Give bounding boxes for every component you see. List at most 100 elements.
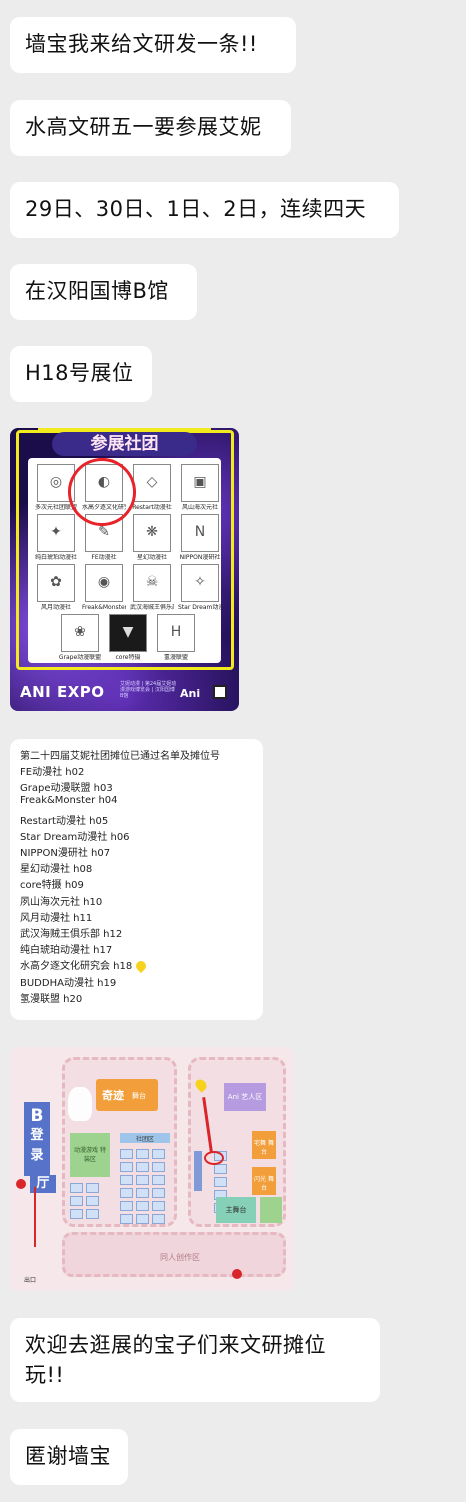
mascot-illustration [68, 1087, 92, 1121]
map-booth [120, 1162, 133, 1172]
message-bubble-2[interactable]: 水高文研五一要参展艾妮 [10, 100, 291, 156]
main-stage-label: 主舞台 [225, 1206, 247, 1214]
map-booth [214, 1164, 227, 1174]
club-logo-symbol-icon: ✎ [98, 524, 110, 540]
booth-list-text: Grape动漫联盟 h03 [20, 783, 113, 795]
booth-list-item: Grape动漫联盟 h03 [20, 779, 113, 794]
booth-list-item: BUDDHA动漫社 h19 [20, 974, 116, 989]
map-booth [136, 1149, 149, 1159]
special-exhibit-label: 动漫游戏 特装区 [74, 1147, 106, 1163]
qr-code-icon [213, 685, 227, 699]
club-logo-box: ✿ [37, 564, 75, 602]
booth-list-text: Restart动漫社 h05 [20, 815, 109, 827]
hall-char: 录 [30, 1148, 44, 1163]
club-logo-box: ◉ [85, 564, 123, 602]
green-side-zone [260, 1197, 282, 1223]
club-logo-name: 星幻动漫社 [136, 554, 167, 561]
club-logo: ❀ Grape动漫联盟 [58, 614, 102, 666]
message-bubble-1[interactable]: 墙宝我来给文研发一条!! [10, 17, 296, 73]
booth-list-item: NIPPON漫研社 h07 [20, 844, 110, 859]
message-bubble-6[interactable]: 欢迎去逛展的宝子们来文研摊位玩!! [10, 1318, 380, 1402]
map-booth [152, 1175, 165, 1185]
booth-list-item: 水高夕逐文化研究会 h18 [20, 957, 149, 974]
club-logo-box: ❋ [133, 514, 171, 552]
club-logo-symbol-icon: ✦ [50, 524, 62, 540]
club-logo-box: ☠ [133, 564, 171, 602]
club-logo-symbol-icon: ▣ [193, 474, 207, 490]
message-bubble-7[interactable]: 匿谢墙宝 [10, 1429, 128, 1485]
booth-list-image[interactable]: 第二十四届艾妮社团摊位已通过名单及摊位号 FE动漫社 h02 Grape动漫联盟 … [10, 739, 263, 1020]
orange-stage-b-label: 闪光 舞台 [254, 1176, 274, 1192]
booth-list-item: 氢漫联盟 h20 [20, 990, 82, 1005]
booth-list-item: 纯白琥珀动漫社 h17 [20, 941, 112, 956]
map-booth [136, 1201, 149, 1211]
orange-stage-a-label: 宅舞 舞台 [254, 1140, 274, 1156]
map-booth [120, 1214, 133, 1224]
club-logo-name: 纯白琥珀动漫社 [34, 554, 77, 561]
message-bubble-5[interactable]: H18号展位 [10, 346, 152, 402]
club-logo-symbol-icon: ☠ [145, 574, 159, 590]
red-route-line [34, 1187, 36, 1247]
booth-list-text: BUDDHA动漫社 h19 [20, 977, 117, 989]
exit-label: 出口 [24, 1277, 37, 1284]
map-booth [152, 1162, 165, 1172]
map-booth [86, 1209, 99, 1219]
bottom-zone-label: 同人创作区 [160, 1253, 200, 1262]
map-booth [86, 1196, 99, 1206]
club-logo: H 氢漫联盟 [154, 614, 198, 666]
club-logo: ▣ 风山海次元社 [178, 464, 222, 516]
club-zone-header: 社团区 [120, 1133, 170, 1143]
entrance-marker [16, 1179, 26, 1189]
map-booth [120, 1175, 133, 1185]
booth-list-item: 星幻动漫社 h08 [20, 860, 92, 875]
map-booth [136, 1162, 149, 1172]
club-logo-symbol-icon: ◉ [97, 574, 111, 590]
message-bubble-4[interactable]: 在汉阳国博B馆 [10, 264, 197, 320]
hall-b-sign: B 登 录 [24, 1102, 50, 1176]
orange-stage-b: 闪光 舞台 [252, 1167, 276, 1195]
venue-map-image[interactable]: B 登 录 厅 奇迹 舞台 动漫游戏 特装区 社团区 Ani 艺人区 宅舞 舞台… [10, 1047, 294, 1291]
map-booth [120, 1149, 133, 1159]
booth-list-item: Restart动漫社 h05 [20, 812, 108, 827]
map-booth [136, 1175, 149, 1185]
message-text: 水高文研五一要参展艾妮 [25, 115, 262, 139]
poster-banner-text: 参展社团 [90, 434, 159, 454]
hall-letter: B [30, 1106, 44, 1126]
booth-list-text: 纯白琥珀动漫社 h17 [20, 945, 113, 957]
club-logo: ◇ Restart动漫社 [130, 464, 174, 516]
message-text: 29日、30日、1日、2日，连续四天 [25, 197, 367, 221]
club-zone-label: 社团区 [135, 1136, 154, 1143]
booth-list-text: 星幻动漫社 h08 [20, 864, 93, 876]
h18-circle-highlight [204, 1151, 224, 1165]
club-logo: ✿ 风月动漫社 [34, 564, 78, 616]
booth-list-text: 氢漫联盟 h20 [20, 993, 83, 1005]
club-logo-box: ▼ [109, 614, 147, 652]
artist-zone: Ani 艺人区 [224, 1083, 266, 1111]
booth-list-item: core特摄 h09 [20, 876, 84, 891]
booth-list-item: 武汉海贼王俱乐部 h12 [20, 925, 122, 940]
club-logo-box: ◇ [133, 464, 171, 502]
message-text: 在汉阳国博B馆 [25, 279, 169, 303]
club-logo-box: H [157, 614, 195, 652]
map-booth [152, 1201, 165, 1211]
list-title: 第二十四届艾妮社团摊位已通过名单及摊位号 [20, 751, 220, 762]
club-logo: ▼ core特摄 [106, 614, 150, 666]
club-logo-box: ▣ [181, 464, 219, 502]
orange-stage-a: 宅舞 舞台 [252, 1131, 276, 1159]
club-logo-box: ✦ [37, 514, 75, 552]
expo-poster-image[interactable]: 参展社团 ◎多次元社团联盟◐水高夕逐文化研究会◇Restart动漫社▣风山海次元… [10, 428, 239, 711]
club-logo-name: 氢漫联盟 [163, 654, 188, 661]
booth-list-item: 夙山海次元社 h10 [20, 893, 102, 908]
message-text: H18号展位 [25, 361, 134, 385]
message-text: 欢迎去逛展的宝子们来文研摊位玩!! [25, 1333, 326, 1387]
club-logo-box: ❀ [61, 614, 99, 652]
club-logo-symbol-icon: N [194, 524, 206, 540]
club-logo-name: core特摄 [115, 654, 141, 661]
blue-booth-strip [194, 1151, 202, 1191]
map-booth [86, 1183, 99, 1193]
club-logo-name: Freak&Monster [82, 604, 126, 611]
message-bubble-3[interactable]: 29日、30日、1日、2日，连续四天 [10, 182, 399, 238]
booth-list-item: FE动漫社 h02 [20, 763, 84, 778]
map-booth [136, 1188, 149, 1198]
club-logo-name: Restart动漫社 [132, 504, 172, 511]
